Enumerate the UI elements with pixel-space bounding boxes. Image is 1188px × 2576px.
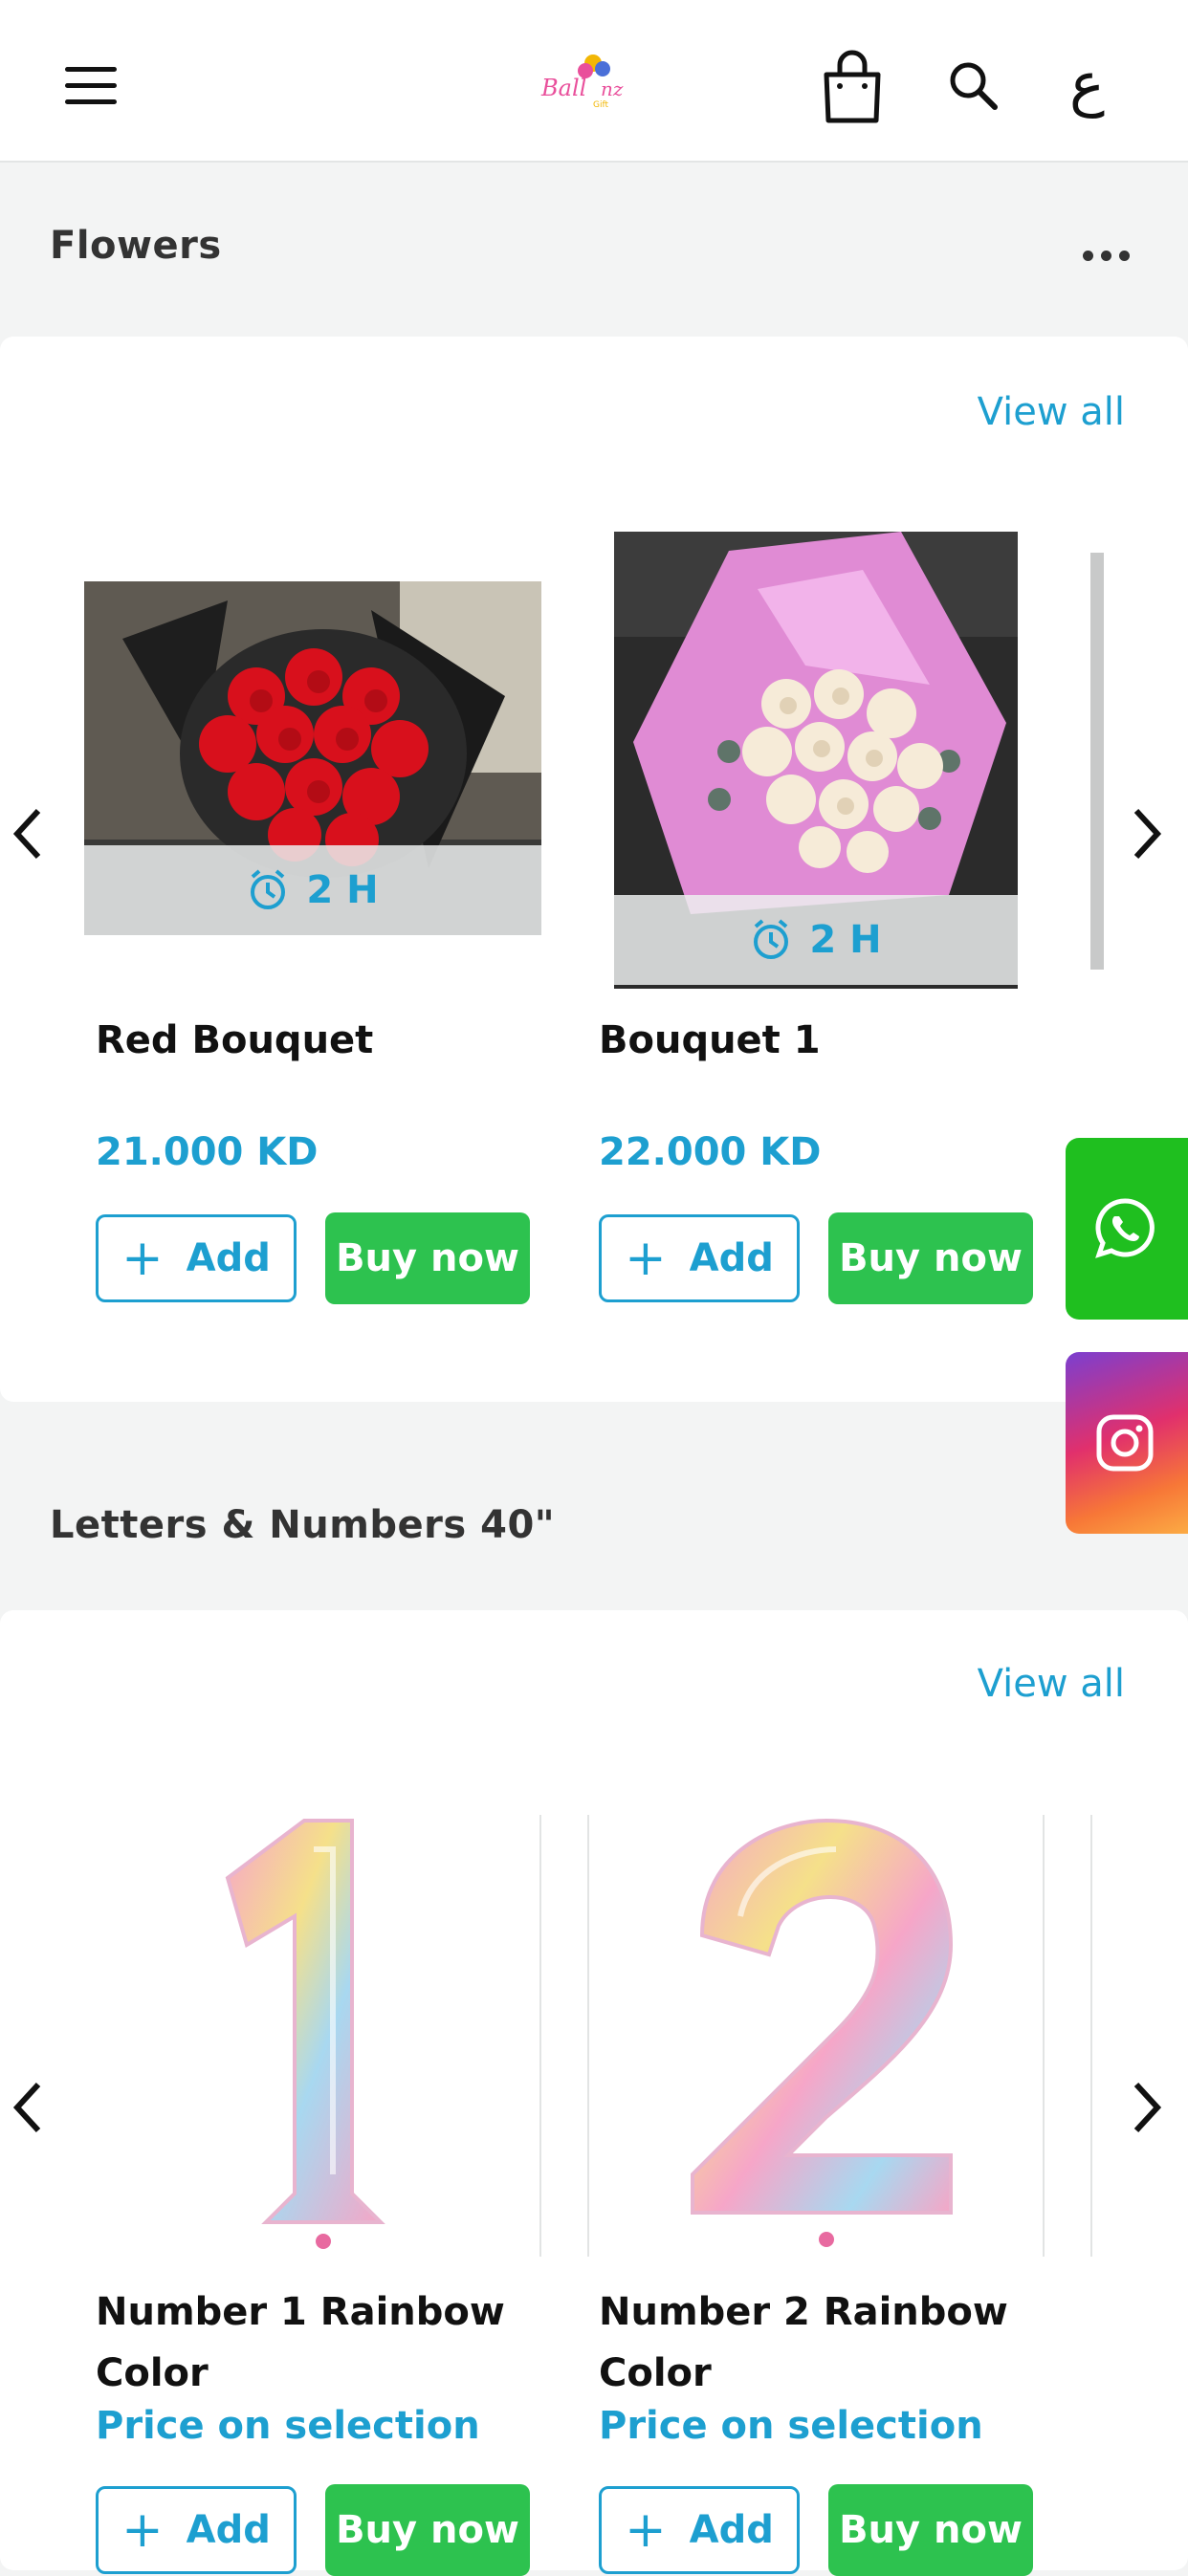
product-card[interactable]: 2 H Red Bouquet 21.000 KD + Add Buy now <box>84 337 543 1402</box>
plus-icon: + <box>121 1230 164 1287</box>
whatsapp-icon <box>1095 1198 1155 1258</box>
product-image[interactable]: 2 <box>635 1811 999 2260</box>
chevron-right-icon[interactable] <box>1127 2079 1165 2136</box>
buy-now-button[interactable]: Buy now <box>325 2484 530 2576</box>
product-image[interactable]: 1 <box>142 1811 486 2260</box>
alarm-clock-icon <box>754 919 789 959</box>
letters-numbers-carousel-panel: View all 1 <box>0 1610 1188 2576</box>
add-to-cart-button[interactable]: + Add <box>599 2486 800 2574</box>
product-card[interactable]: 1 Number 1 Rainbow Color Price on select… <box>84 1610 543 2576</box>
top-app-bar: Ball nz Gift ع <box>0 0 1188 163</box>
svg-text:Gift: Gift <box>593 100 608 110</box>
product-name[interactable]: Red Bouquet <box>96 1010 373 1071</box>
delivery-time-badge: 2 H <box>614 895 1018 985</box>
section-title: Flowers <box>50 224 222 268</box>
buy-now-button[interactable]: Buy now <box>828 2484 1033 2576</box>
instagram-icon <box>1096 1414 1154 1472</box>
chevron-left-icon[interactable] <box>10 805 48 862</box>
product-price: Price on selection <box>96 2404 480 2448</box>
chevron-right-icon[interactable] <box>1127 805 1165 862</box>
product-name[interactable]: Number 2 Rainbow Color <box>599 2281 1039 2404</box>
product-card[interactable]: 2 Number 2 Rainbow Color Price on select… <box>587 1610 1046 2576</box>
product-price: Price on selection <box>599 2404 983 2448</box>
flowers-carousel-panel: View all 2 H Red Bouquet 21.000 KD + Add… <box>0 337 1188 1402</box>
product-image[interactable]: 2 H <box>614 532 1018 989</box>
add-button-label: Add <box>186 1236 271 1280</box>
chevron-left-icon[interactable] <box>10 2079 48 2136</box>
plus-icon: + <box>625 2501 667 2559</box>
product-name[interactable]: Number 1 Rainbow Color <box>96 2281 536 2404</box>
brand-logo[interactable]: Ball nz Gift <box>536 50 641 117</box>
next-product-peek <box>1090 553 1104 970</box>
shopping-bag-icon[interactable] <box>819 48 886 124</box>
add-to-cart-button[interactable]: + Add <box>599 1214 800 1302</box>
plus-icon: + <box>121 2501 164 2559</box>
buy-now-button[interactable]: Buy now <box>325 1212 530 1304</box>
card-divider <box>1090 1815 1092 2257</box>
add-button-label: Add <box>689 1236 774 1280</box>
search-icon[interactable] <box>945 57 1012 134</box>
product-card[interactable]: 2 H Bouquet 1 22.000 KD + Add Buy now <box>587 337 1046 1402</box>
delivery-time-text: 2 H <box>809 918 882 962</box>
product-price: 22.000 KD <box>599 1130 822 1174</box>
section-header-letters-numbers: Letters & Numbers 40" <box>0 1402 1188 1574</box>
menu-icon[interactable] <box>65 67 117 105</box>
add-button-label: Add <box>689 2508 774 2552</box>
language-toggle[interactable]: ع <box>1069 46 1105 122</box>
instagram-button[interactable] <box>1066 1352 1188 1534</box>
product-price: 21.000 KD <box>96 1130 319 1174</box>
more-options-icon[interactable] <box>1083 251 1131 262</box>
plus-icon: + <box>625 1230 667 1287</box>
alarm-clock-icon <box>251 869 286 909</box>
buy-now-button[interactable]: Buy now <box>828 1212 1033 1304</box>
delivery-time-badge: 2 H <box>84 845 541 935</box>
add-to-cart-button[interactable]: + Add <box>96 2486 297 2574</box>
section-header-flowers: Flowers <box>0 164 1188 337</box>
add-button-label: Add <box>186 2508 271 2552</box>
svg-text:nz: nz <box>601 77 624 100</box>
section-title: Letters & Numbers 40" <box>50 1503 556 1547</box>
whatsapp-button[interactable] <box>1066 1138 1188 1320</box>
svg-text:Ball: Ball <box>540 75 586 101</box>
add-to-cart-button[interactable]: + Add <box>96 1214 297 1302</box>
delivery-time-text: 2 H <box>306 868 379 912</box>
product-image[interactable]: 2 H <box>84 581 541 935</box>
product-name[interactable]: Bouquet 1 <box>599 1010 821 1071</box>
